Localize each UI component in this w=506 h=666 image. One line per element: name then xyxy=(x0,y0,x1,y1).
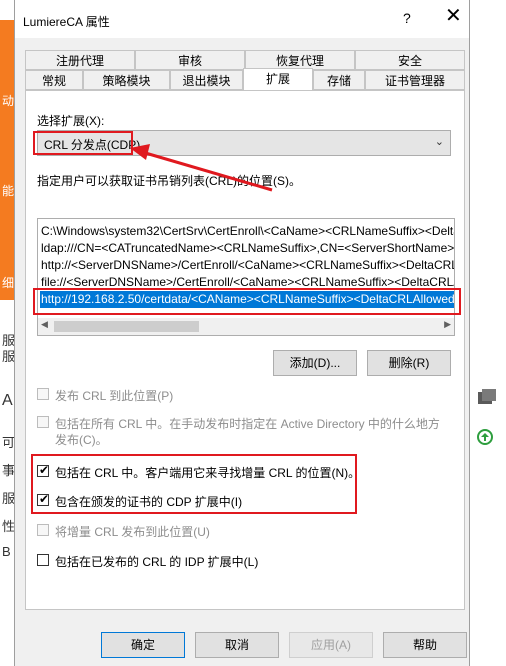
location-list[interactable]: C:\Windows\system32\CertSrv\CertEnroll\<… xyxy=(37,218,455,336)
add-button[interactable]: 添加(D)... xyxy=(273,350,357,376)
annotation-arrow xyxy=(130,144,273,192)
publish-delta-crl-checkbox[interactable] xyxy=(37,524,49,536)
properties-dialog: LumiereCA 属性 ? ✕ 注册代理 审核 恢复代理 安全 常规 策略模块… xyxy=(14,0,470,666)
window-title: LumiereCA 属性 xyxy=(23,15,110,29)
ok-button[interactable]: 确定 xyxy=(101,632,185,658)
annotation-box-location xyxy=(33,288,461,315)
tab-policy-module[interactable]: 策略模块 xyxy=(83,70,170,90)
remove-button[interactable]: 删除(R) xyxy=(367,350,451,376)
tab-recovery-agents[interactable]: 恢复代理 xyxy=(245,50,355,70)
cancel-button[interactable]: 取消 xyxy=(195,632,279,658)
chevron-down-icon: ⌄ xyxy=(434,136,444,148)
horizontal-scrollbar[interactable]: ◀ ▶ xyxy=(38,318,454,335)
publish-crl-checkbox[interactable] xyxy=(37,388,49,400)
background-text: 动 xyxy=(2,94,15,108)
help-button[interactable]: 帮助 xyxy=(383,632,467,658)
background-text: B xyxy=(2,544,11,559)
folder-icon xyxy=(478,389,496,404)
select-extension-label: 选择扩展(X): xyxy=(37,114,105,128)
tab-storage[interactable]: 存储 xyxy=(313,70,365,90)
background-text: A xyxy=(2,392,13,409)
help-icon[interactable]: ? xyxy=(403,10,411,26)
title-bar: LumiereCA 属性 ? ✕ xyxy=(15,0,469,38)
scroll-left-icon[interactable]: ◀ xyxy=(41,319,48,330)
background-orange-panel xyxy=(0,20,14,300)
upload-icon xyxy=(477,429,493,445)
include-idp-label: 包括在已发布的 CRL 的 IDP 扩展中(L) xyxy=(55,555,259,569)
tab-extensions[interactable]: 扩展 xyxy=(243,68,313,91)
tab-certificate-managers[interactable]: 证书管理器 xyxy=(365,70,465,90)
background-text: 细 xyxy=(2,276,15,290)
publish-delta-crl-label: 将增量 CRL 发布到此位置(U) xyxy=(55,525,210,539)
annotation-box-options xyxy=(31,454,357,514)
list-item[interactable]: http://<ServerDNSName>/CertEnroll/<CaNam… xyxy=(41,257,454,274)
include-all-crls-checkbox[interactable] xyxy=(37,416,49,428)
list-item[interactable]: C:\Windows\system32\CertSrv\CertEnroll\<… xyxy=(41,223,454,240)
close-icon[interactable]: ✕ xyxy=(445,6,462,26)
tab-security[interactable]: 安全 xyxy=(355,50,465,70)
scrollbar-thumb[interactable] xyxy=(54,321,199,332)
list-item[interactable]: ldap:///CN=<CATruncatedName><CRLNameSuff… xyxy=(41,240,454,257)
tab-auditing[interactable]: 审核 xyxy=(135,50,245,70)
scroll-right-icon[interactable]: ▶ xyxy=(444,319,451,330)
background-text: 能 xyxy=(2,184,15,198)
apply-button[interactable]: 应用(A) xyxy=(289,632,373,658)
publish-crl-label: 发布 CRL 到此位置(P) xyxy=(55,389,174,403)
include-all-crls-label: 包括在所有 CRL 中。在手动发布时指定在 Active Directory 中… xyxy=(55,417,440,431)
background-right-strip xyxy=(468,0,506,666)
include-all-crls-label-line2: 发布(C)。 xyxy=(55,433,108,447)
tab-general[interactable]: 常规 xyxy=(25,70,83,90)
tab-enrollment-agents[interactable]: 注册代理 xyxy=(25,50,135,70)
include-idp-checkbox[interactable] xyxy=(37,554,49,566)
annotation-box-cdp xyxy=(33,131,133,155)
tab-exit-module[interactable]: 退出模块 xyxy=(170,70,243,90)
